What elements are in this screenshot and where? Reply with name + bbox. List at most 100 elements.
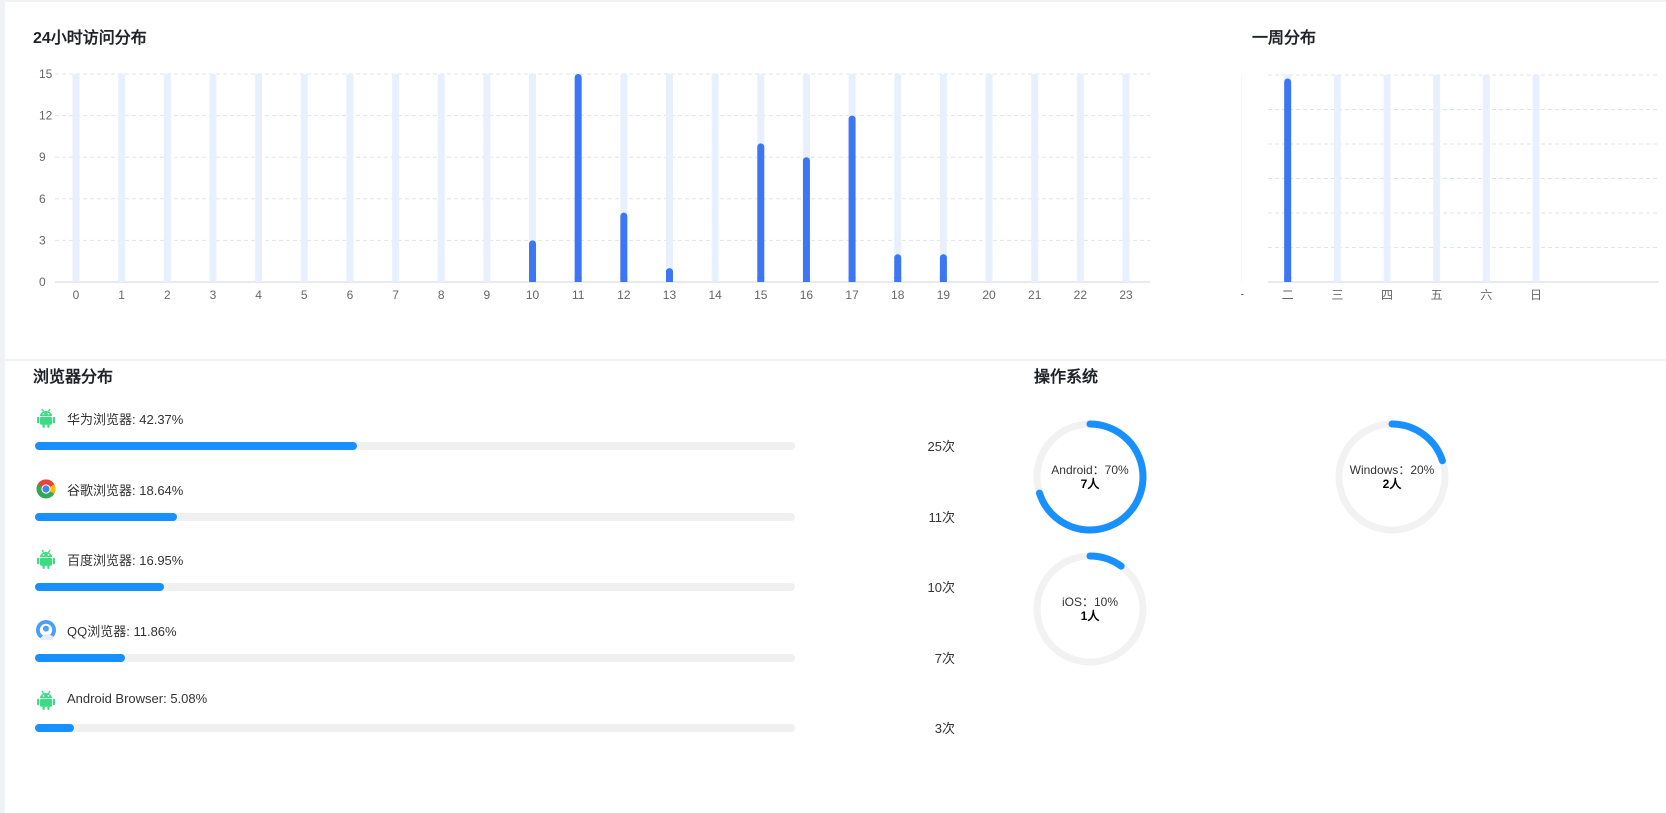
x-tick-label: 17	[845, 288, 859, 302]
os-count: 7人	[1080, 477, 1100, 491]
bar-background	[163, 74, 171, 282]
y-tick-label: 12	[39, 109, 53, 123]
browser-count: 11次	[928, 510, 956, 525]
x-tick-label: 14	[708, 288, 722, 302]
bar-base	[574, 277, 582, 282]
bar[interactable]	[848, 115, 856, 282]
bar-background	[1383, 75, 1391, 282]
hourly-bar-chart: 036912150 1 2 3 4 5 6 7 8 9 10 11 12 13 14 15 16 17 18 19 20…	[39, 67, 1150, 302]
browser-label: Android Browser: 5.08%	[67, 691, 208, 706]
x-tick-label: 15	[754, 288, 768, 302]
y-tick-label: 0	[39, 275, 46, 289]
bar-background	[1241, 75, 1242, 282]
bar-base	[757, 277, 765, 282]
x-tick-label: 3	[210, 288, 217, 302]
bar-background	[346, 74, 354, 282]
bar-base	[939, 277, 947, 282]
os-panel: 操作系统 Android：70% 7人 Windows：20% 2人 iOS：1…	[1006, 361, 1666, 813]
os-panel-title: 操作系统	[1034, 369, 1099, 386]
x-tick-label: 16	[800, 288, 814, 302]
bar[interactable]	[574, 74, 582, 282]
x-tick-label: 五	[1431, 288, 1443, 302]
x-tick-label: 1	[118, 288, 125, 302]
browser-item: QQ浏览器: 11.86% 7次	[35, 619, 955, 681]
y-tick-label: 9	[39, 150, 46, 164]
hourly-panel: 24小时访问分布 0 3 6 9 12 15 0 1 2 3 4 5 6 7 8 9 10 11 12 13 14 15 1…	[5, 2, 1241, 359]
x-tick-label: 2	[164, 288, 171, 302]
browser-label: 华为浏览器: 42.37%	[67, 412, 184, 427]
x-tick-label: 三	[1331, 288, 1343, 302]
bar-background	[894, 74, 902, 282]
x-tick-label: 21	[1028, 288, 1042, 302]
y-tick-label: 6	[39, 192, 46, 206]
bar-background	[72, 74, 80, 282]
browser-progress-track	[35, 724, 795, 732]
bar-background	[483, 74, 491, 282]
bar-background	[1333, 75, 1341, 282]
browser-panel-title: 浏览器分布	[33, 369, 114, 386]
x-tick-label: 22	[1074, 288, 1088, 302]
bar-base	[620, 277, 628, 282]
bar-background	[1482, 75, 1490, 282]
x-tick-label: 0	[73, 288, 80, 302]
browser-count: 25次	[927, 439, 955, 454]
os-ring-windows: Windows：20% 2人	[1334, 419, 1450, 535]
os-count: 2人	[1382, 477, 1402, 491]
x-tick-label: 4	[255, 288, 262, 302]
bar-background	[1433, 75, 1441, 282]
x-tick-label: 11	[572, 288, 585, 302]
android-icon	[35, 407, 57, 429]
x-tick-label: 20	[982, 288, 996, 302]
bar-background	[437, 74, 445, 282]
x-tick-label: 12	[617, 288, 631, 302]
bar-background	[1031, 74, 1039, 282]
bar-background	[1122, 74, 1130, 282]
browser-progress-track	[35, 583, 795, 591]
x-tick-label: 日	[1530, 288, 1542, 302]
bar[interactable]	[802, 157, 810, 282]
chrome-icon	[35, 478, 57, 500]
bar[interactable]	[1284, 78, 1292, 282]
browser-panel: 浏览器分布 华为浏览器: 42.37% 25次 谷歌浏览器: 18.64% 11…	[5, 361, 1006, 813]
browser-progress-fill	[35, 583, 164, 591]
os-count: 1人	[1080, 609, 1100, 623]
x-tick-label: 9	[484, 288, 491, 302]
bar-background	[300, 74, 308, 282]
bar-background	[392, 74, 400, 282]
bar-background	[209, 74, 217, 282]
browser-label: QQ浏览器: 11.86%	[67, 624, 177, 639]
bar-base	[848, 277, 856, 282]
x-tick-label: 8	[438, 288, 445, 302]
browser-item: 百度浏览器: 16.95% 10次	[35, 548, 955, 610]
x-tick-label: 23	[1119, 288, 1133, 302]
bar-base	[529, 277, 537, 282]
browser-count: 10次	[927, 580, 955, 595]
bar-background	[1076, 74, 1084, 282]
browser-item: 华为浏览器: 42.37% 25次	[35, 407, 955, 469]
browser-progress-fill	[35, 442, 357, 450]
x-tick-label: 18	[891, 288, 905, 302]
bar[interactable]	[757, 143, 765, 282]
bar[interactable]	[620, 212, 628, 282]
os-ring-android: Android：70% 7人	[1032, 419, 1148, 535]
bar[interactable]	[529, 240, 537, 282]
y-tick-label: 15	[39, 67, 53, 81]
browser-label: 百度浏览器: 16.95%	[67, 553, 184, 568]
y-tick-label: 3	[39, 233, 46, 247]
weekly-bar-chart: 0102030405060一二三四五六日	[1241, 74, 1659, 302]
weekly-panel: 一周分布 0102030405060一二三四五六日	[1241, 2, 1666, 359]
bar-background	[985, 74, 993, 282]
bar-background	[665, 74, 673, 282]
qq-browser-icon	[35, 619, 57, 641]
x-tick-label: 13	[663, 288, 677, 302]
browser-progress-fill	[35, 724, 74, 732]
browser-progress-track	[35, 654, 795, 662]
bar-background	[255, 74, 263, 282]
browser-item: 谷歌浏览器: 18.64% 11次	[35, 478, 955, 540]
bar-base	[802, 277, 810, 282]
android-icon	[35, 689, 57, 711]
browser-item: Android Browser: 5.08% 3次	[35, 689, 955, 751]
browser-progress-track	[35, 442, 795, 450]
x-tick-label: 19	[937, 288, 951, 302]
x-tick-label: 6	[347, 288, 354, 302]
